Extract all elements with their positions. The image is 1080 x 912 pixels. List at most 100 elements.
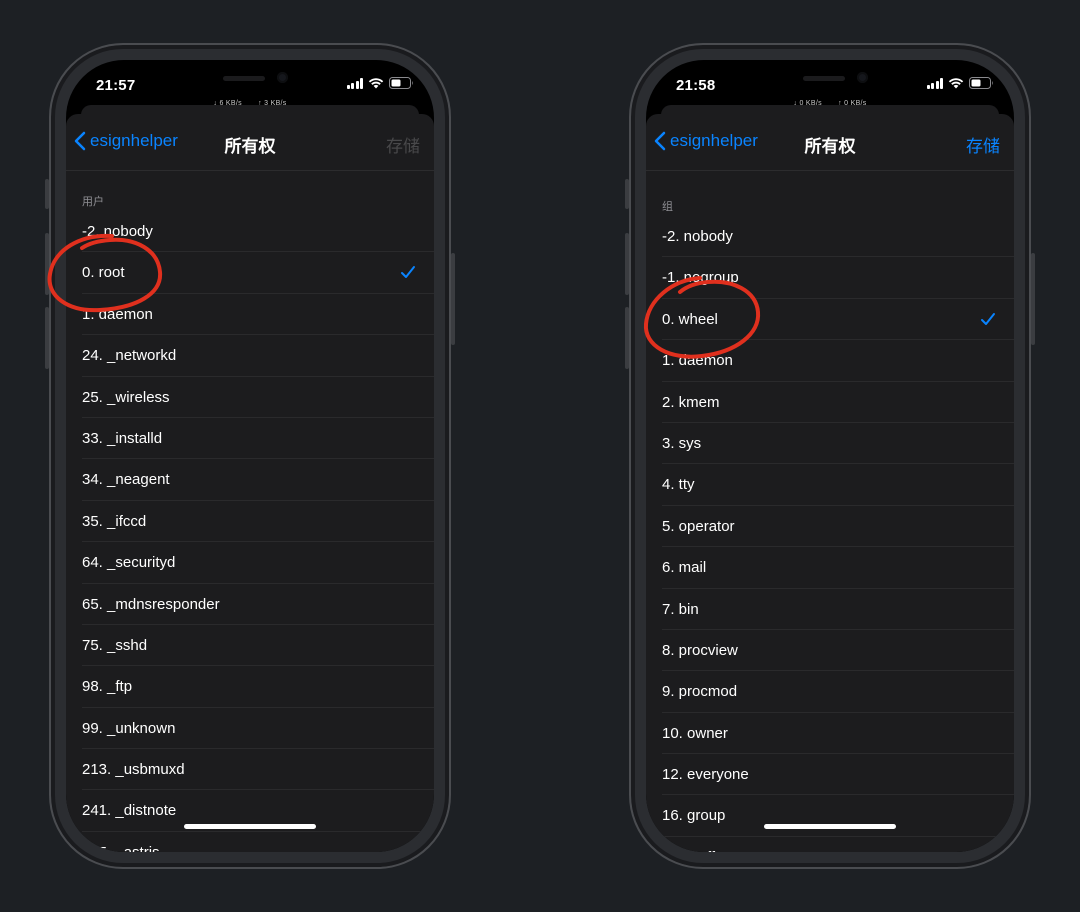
dynamic-island xyxy=(191,67,309,97)
list-item-label: 4. tty xyxy=(662,476,695,494)
list-item[interactable]: 16. group xyxy=(646,795,1014,838)
dynamic-island xyxy=(771,67,889,97)
page-title: 所有权 xyxy=(804,137,856,156)
status-icons xyxy=(926,77,995,89)
list-item[interactable]: 34. _neagent xyxy=(66,459,434,502)
list-item-label: -2. nobody xyxy=(82,223,153,240)
checkmark-icon xyxy=(401,266,415,279)
home-indicator[interactable] xyxy=(184,824,316,829)
list-item[interactable]: 64. _securityd xyxy=(66,542,434,584)
nav-divider xyxy=(646,170,1014,171)
list-item[interactable]: 245. _astris xyxy=(66,832,434,852)
list-item[interactable]: 2. kmem xyxy=(646,382,1014,424)
action-button xyxy=(45,179,49,209)
list-item[interactable]: 75. _sshd xyxy=(66,625,434,667)
list-item-label: 75. _sshd xyxy=(82,636,148,654)
list-item-label: 0. wheel xyxy=(662,310,718,328)
list-item-label: 6. mail xyxy=(662,559,707,577)
user-list: -2. nobody 0. root 1. daemon 24. _networkd 2… xyxy=(66,211,434,852)
save-button[interactable]: 存储 xyxy=(966,132,1000,157)
list-item-label: 0. root xyxy=(82,264,125,282)
volume-down-button xyxy=(45,307,49,369)
list-item-label: -1. nogroup xyxy=(662,269,739,287)
list-item-label: 25. _wireless xyxy=(82,388,170,406)
screen: 21:58 ↓ 0 KB/s ↑ 0 KB/s esignhelper 所有权 … xyxy=(646,60,1014,852)
list-item-label: 98. _ftp xyxy=(82,678,133,696)
list-item[interactable]: 6. mail xyxy=(646,547,1014,589)
list-item[interactable]: 213. _usbmuxd xyxy=(66,749,434,791)
cellular-signal-icon xyxy=(346,77,363,89)
list-item-label: 1. daemon xyxy=(662,352,733,370)
nav-divider xyxy=(66,170,434,171)
power-button xyxy=(451,253,455,345)
list-item-label: 2. kmem xyxy=(662,393,720,411)
battery-icon xyxy=(969,77,993,89)
list-item[interactable]: 20. staff xyxy=(646,837,1014,852)
list-item[interactable]: 10. owner xyxy=(646,713,1014,755)
group-list: -2. nobody -1. nogroup 0. wheel 1. daemon 2.… xyxy=(646,216,1014,852)
list-item-label: 65. _mdnsresponder xyxy=(82,595,220,613)
list-item[interactable]: 9. procmod xyxy=(646,671,1014,714)
list-item[interactable]: 7. bin xyxy=(646,589,1014,631)
screen: 21:57 ↓ 6 KB/s ↑ 3 KB/s esignhelper 所有权 … xyxy=(66,60,434,852)
list-item-label: -2. nobody xyxy=(662,228,733,245)
wifi-icon xyxy=(368,78,384,89)
cellular-signal-icon xyxy=(926,77,943,89)
list-item[interactable]: 33. _installd xyxy=(66,418,434,460)
list-item-label: 12. everyone xyxy=(662,766,749,784)
volume-up-button xyxy=(625,233,629,295)
list-item[interactable]: 25. _wireless xyxy=(66,377,434,419)
section-header: 组 xyxy=(662,201,673,213)
list-item-label: 8. procview xyxy=(662,641,738,659)
list-item[interactable]: 98. _ftp xyxy=(66,666,434,709)
phone-frame-right: 21:58 ↓ 0 KB/s ↑ 0 KB/s esignhelper 所有权 … xyxy=(625,43,1035,869)
battery-icon xyxy=(389,77,413,89)
list-item-label: 34. _neagent xyxy=(82,471,170,489)
volume-up-button xyxy=(45,233,49,295)
list-item[interactable]: -1. nogroup xyxy=(646,257,1014,300)
volume-down-button xyxy=(625,307,629,369)
list-item[interactable]: 0. wheel xyxy=(646,299,1014,341)
navigation-bar: esignhelper 所有权 存储 xyxy=(66,114,434,170)
navigation-bar: esignhelper 所有权 存储 xyxy=(646,114,1014,170)
list-item[interactable]: 65. _mdnsresponder xyxy=(66,584,434,626)
list-item-label: 20. staff xyxy=(662,849,715,852)
list-item[interactable]: 1. daemon xyxy=(646,340,1014,382)
list-item-label: 3. sys xyxy=(662,434,702,452)
list-item[interactable]: 1. daemon xyxy=(66,294,434,336)
list-item[interactable]: 8. procview xyxy=(646,630,1014,672)
list-item-label: 5. operator xyxy=(662,517,735,535)
action-button xyxy=(625,179,629,209)
list-item-label: 1. daemon xyxy=(82,305,153,323)
list-item[interactable]: 12. everyone xyxy=(646,754,1014,796)
list-item-label: 64. _securityd xyxy=(82,554,176,572)
wifi-icon xyxy=(948,78,964,89)
list-item-label: 99. _unknown xyxy=(82,719,176,737)
list-item[interactable]: 0. root xyxy=(66,252,434,295)
list-item-label: 24. _networkd xyxy=(82,347,177,365)
page-title: 所有权 xyxy=(224,137,276,156)
home-indicator[interactable] xyxy=(764,824,896,829)
ownership-sheet: esignhelper 所有权 存储 组 -2. nobody -1. nogro… xyxy=(646,114,1014,852)
list-item-label: 16. group xyxy=(662,807,726,825)
list-item[interactable]: 99. _unknown xyxy=(66,708,434,750)
list-item-label: 10. owner xyxy=(662,724,728,742)
section-header: 用户 xyxy=(82,196,104,208)
list-item-label: 241. _distnote xyxy=(82,802,177,820)
list-item-label: 213. _usbmuxd xyxy=(82,761,185,779)
list-item[interactable]: 24. _networkd xyxy=(66,335,434,377)
list-item[interactable]: 4. tty xyxy=(646,464,1014,507)
list-item[interactable]: -2. nobody xyxy=(66,211,434,253)
list-item[interactable]: 35. _ifccd xyxy=(66,501,434,543)
list-item[interactable]: 3. sys xyxy=(646,423,1014,465)
save-button[interactable]: 存储 xyxy=(386,132,420,157)
list-item[interactable]: 5. operator xyxy=(646,506,1014,548)
ownership-sheet: esignhelper 所有权 存储 用户 -2. nobody 0. root 1… xyxy=(66,114,434,852)
list-item-label: 7. bin xyxy=(662,600,699,618)
status-time: 21:57 xyxy=(96,77,136,94)
phone-frame-left: 21:57 ↓ 6 KB/s ↑ 3 KB/s esignhelper 所有权 … xyxy=(45,43,455,869)
power-button xyxy=(1031,253,1035,345)
list-item[interactable]: -2. nobody xyxy=(646,216,1014,258)
list-item-label: 33. _installd xyxy=(82,429,163,447)
status-time: 21:58 xyxy=(676,77,716,94)
